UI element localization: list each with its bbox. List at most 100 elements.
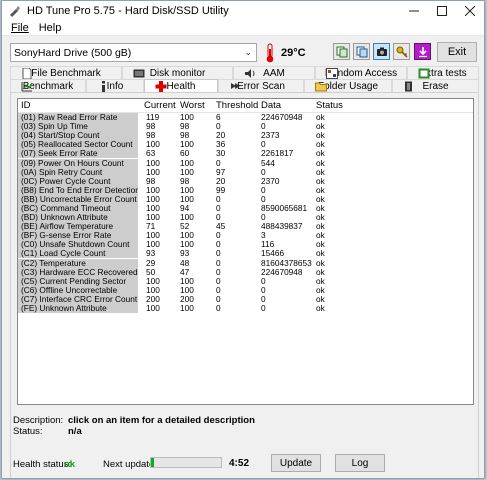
table-row[interactable]: (07) Seek Error Rate 63 60 30 2261817 ok: [18, 149, 473, 159]
table-row[interactable]: (C2) Temperature 29 48 0 81604378653 ok: [18, 258, 473, 268]
cell-id: (C6) Offline Uncorrectable: [18, 285, 138, 295]
table-row[interactable]: (B8) End To End Error Detection 100 100 99 0…: [18, 185, 473, 195]
cell-data: 224670948: [261, 112, 303, 123]
table-row[interactable]: (BC) Command Timeout 100 94 0 8590065681 ok: [18, 202, 473, 213]
header-id[interactable]: ID: [18, 100, 138, 111]
cell-id: (BF) G-sense Error Rate: [18, 231, 138, 241]
menu-file[interactable]: File: [6, 22, 34, 34]
cell-id: (BD) Unknown Attribute: [18, 213, 138, 223]
speaker-icon: [245, 69, 255, 78]
description-line: Description: click on an item for a detai…: [13, 415, 255, 426]
log-button[interactable]: Log: [335, 454, 385, 472]
maximize-button[interactable]: [428, 1, 456, 21]
tab-info[interactable]: Info: [86, 79, 144, 93]
benchmark-icon: [21, 82, 33, 92]
copy-all-icon: [356, 46, 367, 57]
table-row[interactable]: (09) Power On Hours Count 100 100 0 544 ok: [18, 157, 473, 168]
cell-current: 93: [146, 248, 156, 259]
table-row[interactable]: (03) Spin Up Time 98 98 0 0 ok: [18, 122, 473, 132]
drive-select-value: SonyHard Drive (500 gB): [14, 46, 132, 59]
table-row[interactable]: (05) Reallocated Sector Count 100 100 36 0 ok: [18, 140, 473, 150]
key-icon: [396, 46, 408, 58]
app-icon: [10, 6, 20, 17]
cell-data: 488439837: [261, 221, 303, 232]
table-row[interactable]: (BD) Unknown Attribute 100 100 0 0 ok: [18, 213, 473, 223]
cell-id: (B8) End To End Error Detection: [18, 185, 138, 195]
tab-label: Disk monitor: [149, 68, 206, 79]
table-row[interactable]: (BE) Airflow Temperature 71 52 45 488439837 o…: [18, 221, 473, 232]
menu-help[interactable]: Help: [34, 22, 67, 34]
tab-benchmark[interactable]: Benchmark: [10, 79, 86, 93]
tab-file-benchmark[interactable]: File Benchmark: [10, 66, 122, 80]
tab-aam[interactable]: AAM: [233, 66, 315, 80]
screenshot-button[interactable]: [373, 43, 390, 60]
title-bar[interactable]: HD Tune Pro 5.75 - Hard Disk/SSD Utility: [2, 1, 484, 21]
table-row[interactable]: (0C) Power Cycle Count 98 98 20 2370 ok: [18, 176, 473, 186]
cell-id: (C0) Unsafe Shutdown Count: [18, 240, 138, 250]
table-row[interactable]: (C1) Load Cycle Count 93 93 0 15466 ok: [18, 248, 473, 259]
table-row[interactable]: (C3) Hardware ECC Recovered 50 47 0 22467094…: [18, 267, 473, 277]
table-row[interactable]: (0A) Spin Retry Count 100 100 97 0 ok: [18, 166, 473, 177]
tab-extra-tests[interactable]: Extra tests: [407, 66, 479, 80]
tab-label: Info: [106, 81, 124, 92]
table-row[interactable]: (04) Start/Stop Count 98 98 20 2373 ok: [18, 131, 473, 141]
cell-data: 544: [261, 157, 275, 168]
next-update-label: Next update:: [103, 459, 157, 470]
next-update-time: 4:52: [229, 458, 250, 469]
copy-all-button[interactable]: [353, 43, 370, 60]
header-data[interactable]: Data: [260, 100, 315, 111]
status-label: Status:: [13, 426, 43, 437]
copy-button[interactable]: [333, 43, 350, 60]
window-title: HD Tune Pro 5.75 - Hard Disk/SSD Utility: [27, 5, 229, 17]
health-cross-icon: [155, 81, 167, 92]
close-button[interactable]: [456, 1, 484, 21]
toolbar: SonyHard Drive (500 gB) ⌄ 29°C Exit: [2, 41, 484, 65]
progress-fill: [151, 458, 154, 467]
minimize-icon: [409, 10, 419, 12]
tab-disk-monitor[interactable]: Disk monitor: [122, 66, 233, 80]
minimize-button[interactable]: [400, 1, 428, 21]
header-threshold[interactable]: Threshold: [214, 100, 260, 111]
table-row[interactable]: (C7) Interface CRC Error Count 200 200 0 0 ok: [18, 294, 473, 304]
cell-current: 100: [146, 166, 160, 177]
next-update-progress: [150, 457, 222, 468]
options-button[interactable]: [393, 43, 410, 60]
log-button-label: Log: [351, 457, 369, 469]
tab-label: File Benchmark: [31, 68, 101, 79]
cell-data: 0: [261, 303, 266, 314]
close-icon: [465, 6, 475, 16]
table-row[interactable]: (FE) Unknown Attribute 100 100 0 0 ok: [18, 303, 473, 314]
cell-id: (BC) Command Timeout: [18, 203, 138, 213]
table-row[interactable]: (C0) Unsafe Shutdown Count 100 100 0 116 ok: [18, 240, 473, 250]
tab-folder-usage[interactable]: Folder Usage: [304, 79, 392, 93]
tab-health[interactable]: Health: [144, 79, 218, 93]
exit-button[interactable]: Exit: [437, 42, 477, 62]
error-scan-icon: [231, 83, 240, 89]
tab-label: Erase: [422, 81, 449, 92]
table-row[interactable]: (BB) Uncorrectable Error Count 100 100 0 0 ok: [18, 194, 473, 204]
table-row[interactable]: (C5) Current Pending Sector 100 100 0 0 ok: [18, 276, 473, 286]
health-status-value: ok: [64, 459, 76, 470]
tab-error-scan[interactable]: Error Scan: [218, 79, 304, 93]
cell-id: (09) Power On Hours Count: [18, 158, 138, 168]
cell-id: (0C) Power Cycle Count: [18, 176, 138, 186]
tab-random-access[interactable]: Random Access: [315, 66, 407, 80]
update-button[interactable]: Update: [271, 454, 321, 472]
header-current[interactable]: Current: [138, 100, 176, 111]
header-worst[interactable]: Worst: [176, 100, 214, 111]
table-row[interactable]: (BF) G-sense Error Rate 100 100 0 3 ok: [18, 231, 473, 241]
temperature-readout: 29°C: [281, 47, 306, 59]
header-status[interactable]: Status: [315, 100, 375, 111]
drive-select[interactable]: SonyHard Drive (500 gB) ⌄: [10, 43, 257, 62]
table-row[interactable]: (C6) Offline Uncorrectable 100 100 0 0 ok: [18, 285, 473, 295]
cell-id: (04) Start/Stop Count: [18, 131, 138, 141]
smart-attributes-table[interactable]: ID Current Worst Threshold Data Status (…: [17, 98, 474, 405]
cell-id: (BB) Uncorrectable Error Count: [18, 194, 138, 204]
tab-row-bottom: Benchmark Info Health Error Scan Folder …: [10, 79, 479, 93]
cell-status: ok: [316, 303, 325, 314]
cell-data: 8590065681: [261, 202, 308, 213]
save-button[interactable]: [414, 43, 431, 60]
table-row[interactable]: (01) Raw Read Error Rate 119 100 6 224670948…: [18, 112, 473, 123]
tab-erase[interactable]: Erase: [392, 79, 479, 93]
cell-id: (0A) Spin Retry Count: [18, 167, 138, 177]
